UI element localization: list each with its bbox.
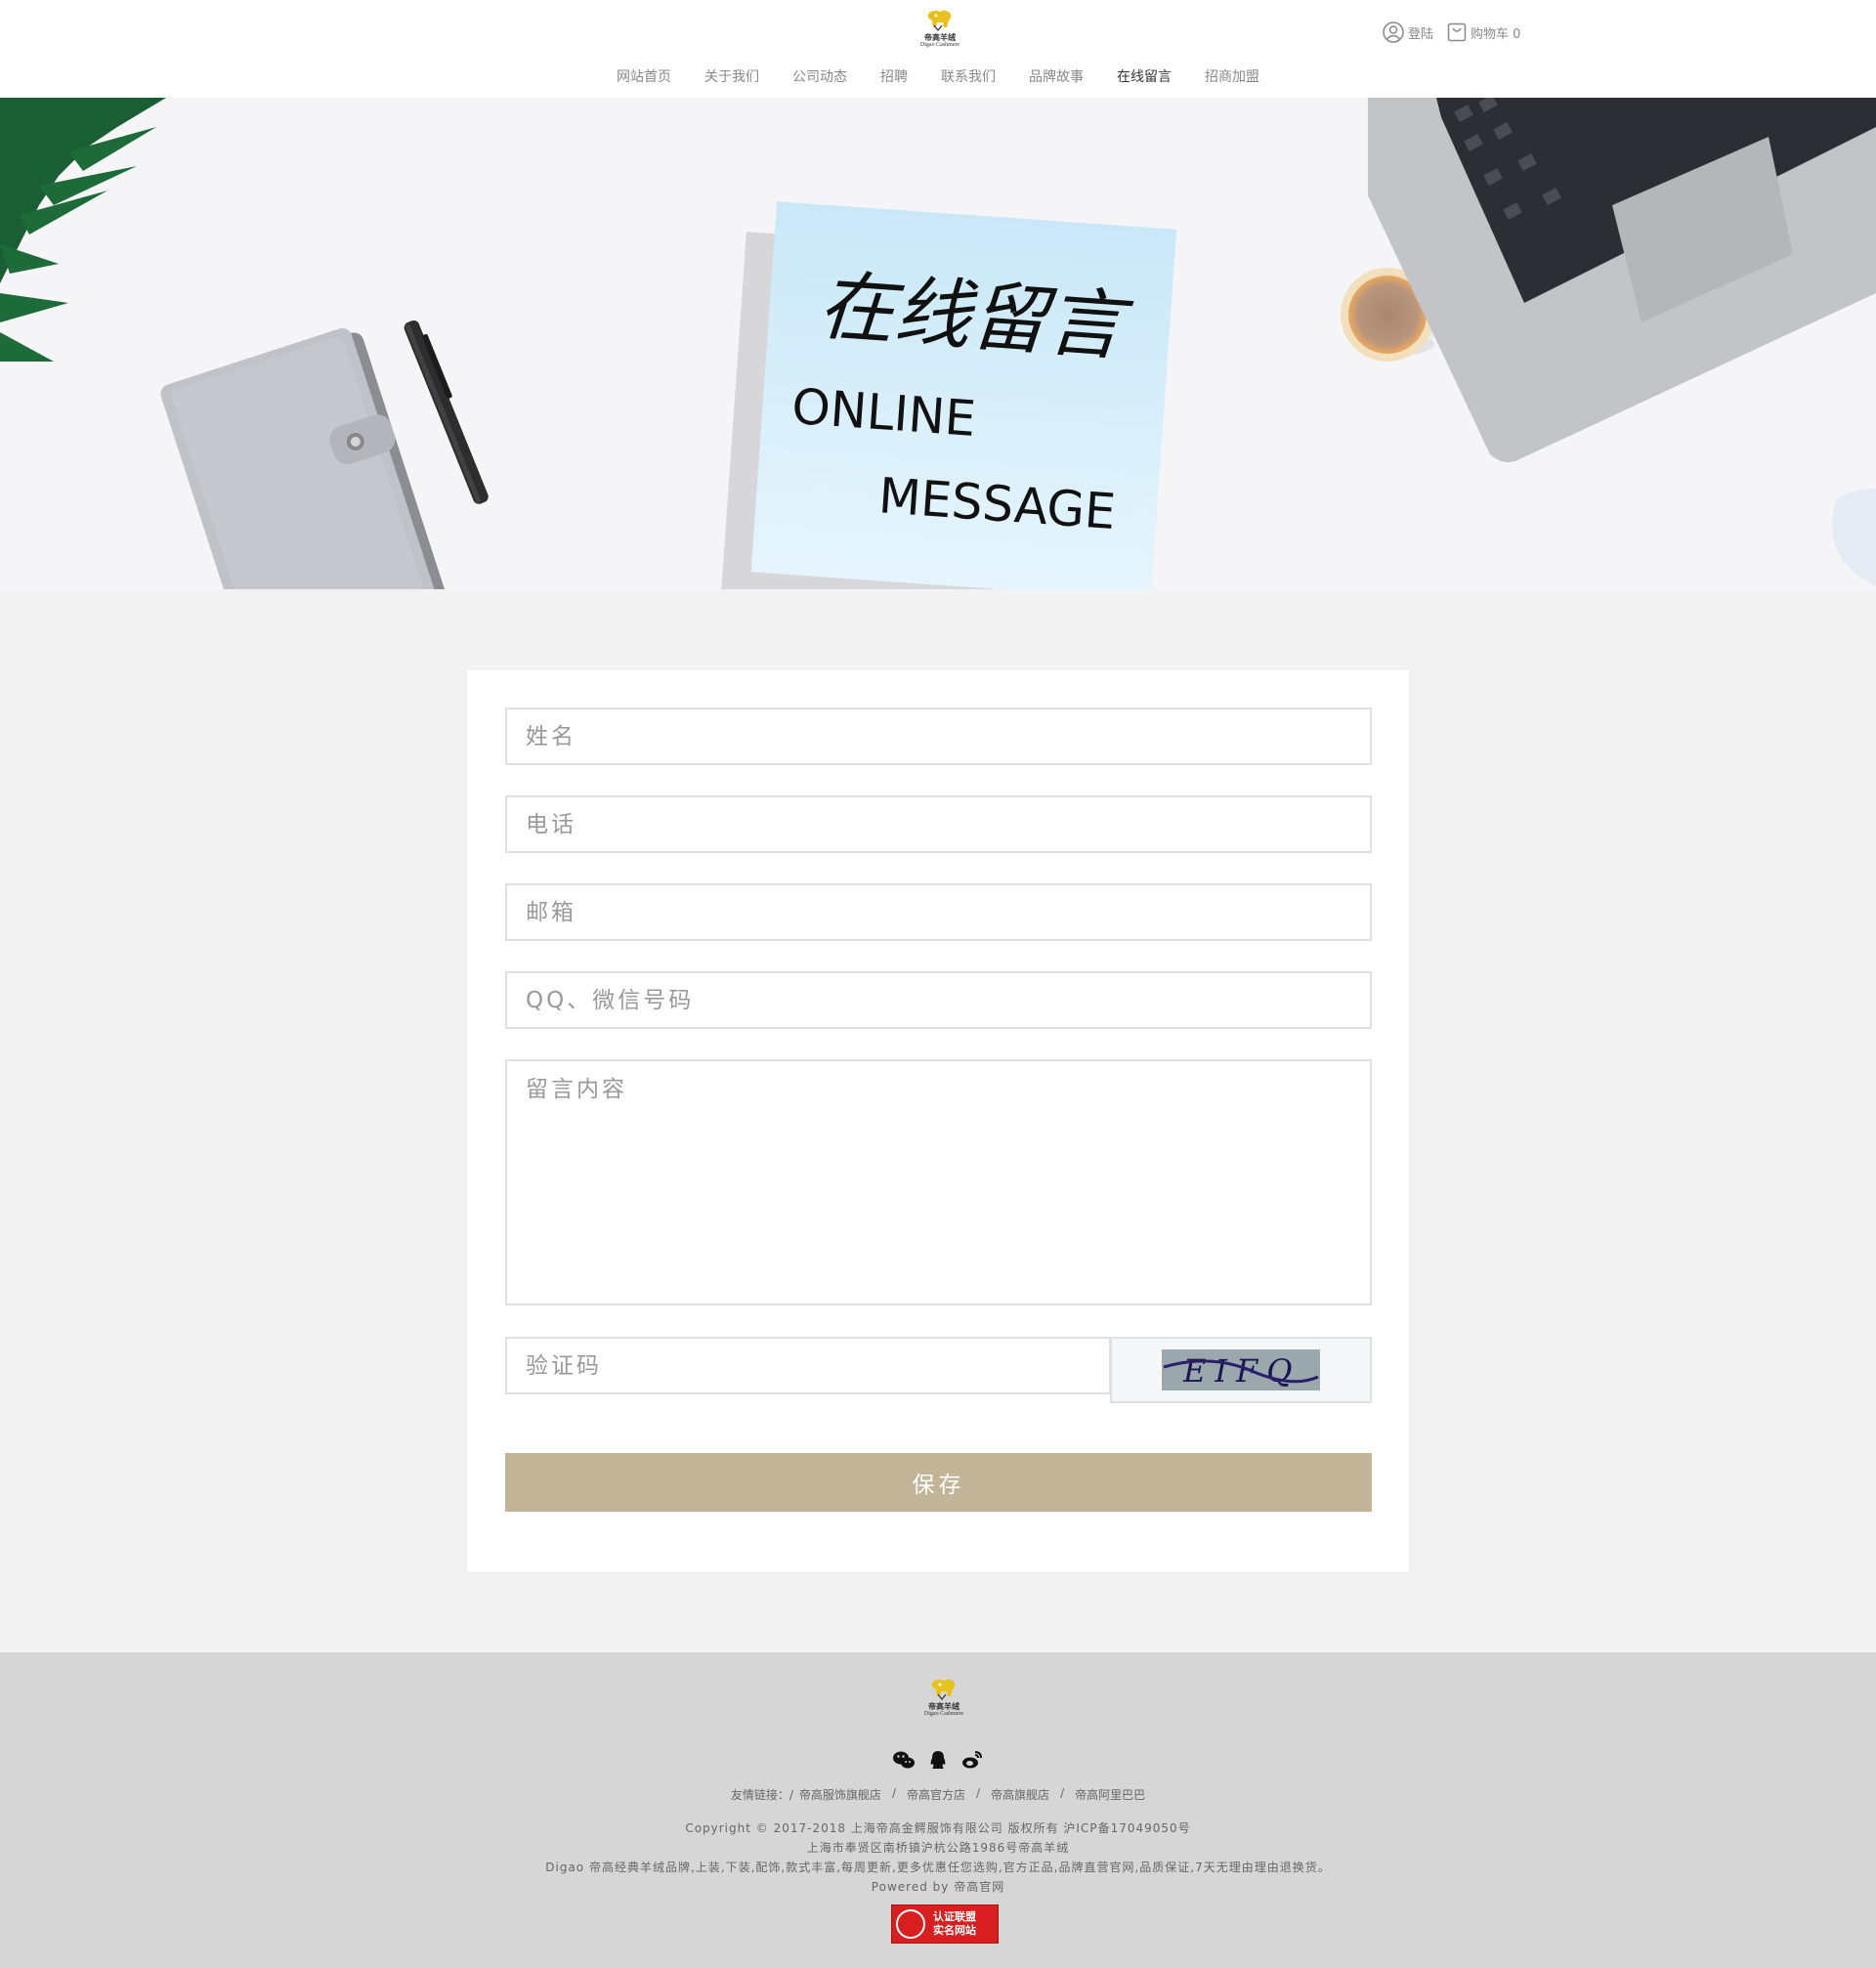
brand-logo[interactable]: 帝高羊绒 Digao Cashmere <box>917 8 963 59</box>
save-button[interactable]: 保存 <box>505 1453 1372 1512</box>
link-separator: / <box>891 1786 896 1800</box>
friendly-link-4[interactable]: 帝高阿里巴巴 <box>1075 1786 1145 1803</box>
wechat-icon[interactable] <box>893 1750 915 1774</box>
friendly-link-1[interactable]: 帝高服饰旗舰店 <box>799 1786 881 1803</box>
powered-by-link[interactable]: 帝高官网 <box>954 1880 1004 1894</box>
message-form-card: EIFQ 保存 <box>466 668 1410 1573</box>
nav-item-home[interactable]: 网站首页 <box>617 66 671 86</box>
brand-name-cn: 帝高羊绒 <box>924 32 956 42</box>
name-field[interactable] <box>505 707 1372 765</box>
captcha-graphic: EIFQ <box>1162 1349 1320 1390</box>
friendly-link-2[interactable]: 帝高官方店 <box>907 1786 965 1803</box>
certification-seal-icon <box>896 1909 925 1939</box>
description-text: Digao 帝高经典羊绒品牌,上装,下装,配饰,款式丰富,每周更新,更多优惠任您… <box>545 1861 1331 1874</box>
cart-label: 购物车 0 <box>1471 26 1521 42</box>
sheep-logo-icon <box>927 10 952 31</box>
phone-field[interactable] <box>505 795 1372 853</box>
qq-icon[interactable] <box>928 1750 948 1774</box>
site-header: 帝高羊绒 Digao Cashmere 登陆 购物车 0 网站首页 关于我们 公… <box>0 0 1876 98</box>
friendly-links-label: 友情链接：/ <box>730 1788 793 1802</box>
footer-brand-name-en: Digao Cashmere <box>923 1711 964 1717</box>
captcha-image[interactable]: EIFQ <box>1110 1337 1372 1403</box>
nav-item-jobs[interactable]: 招聘 <box>880 66 908 86</box>
main-nav: 网站首页 关于我们 公司动态 招聘 联系我们 品牌故事 在线留言 招商加盟 <box>0 66 1876 86</box>
im-field[interactable] <box>505 971 1372 1029</box>
site-footer: 帝高羊绒 Digao Cashmere 友情链接：/ 帝高服饰旗舰店 / 帝高官… <box>0 1652 1876 1968</box>
link-separator: / <box>976 1786 981 1800</box>
nav-item-about[interactable]: 关于我们 <box>704 66 759 86</box>
copyright-text: Copyright © 2017-2018 上海帝高金鳄服饰有限公司 版权所有 … <box>685 1821 1191 1835</box>
banner-illustration: 在线留言 ONLINE MESSAGE <box>0 98 1876 589</box>
nav-item-online-message[interactable]: 在线留言 <box>1117 66 1172 86</box>
social-icons <box>0 1750 1876 1774</box>
login-link[interactable]: 登陆 <box>1383 21 1433 43</box>
cart-icon <box>1447 22 1467 42</box>
captcha-input[interactable] <box>505 1337 1111 1394</box>
nav-item-franchise[interactable]: 招商加盟 <box>1205 66 1259 86</box>
user-icon <box>1383 21 1404 43</box>
weibo-icon[interactable] <box>961 1750 983 1774</box>
certification-text: 认证联盟 实名网站 <box>933 1910 976 1938</box>
cart-link[interactable]: 购物车 0 <box>1447 22 1520 42</box>
friendly-link-3[interactable]: 帝高旗舰店 <box>991 1786 1049 1803</box>
brand-name-en: Digao Cashmere <box>919 42 960 48</box>
captcha-text: EIFQ <box>1182 1352 1300 1390</box>
page-banner: 在线留言 ONLINE MESSAGE <box>0 98 1876 589</box>
email-field[interactable] <box>505 883 1372 941</box>
nav-item-contact[interactable]: 联系我们 <box>941 66 996 86</box>
powered-by: Powered by 帝高官网 <box>0 1878 1876 1895</box>
powered-by-prefix: Powered by <box>871 1880 950 1894</box>
user-bar: 登陆 购物车 0 <box>1383 21 1534 43</box>
nav-item-brand-story[interactable]: 品牌故事 <box>1029 66 1084 86</box>
login-label: 登陆 <box>1408 26 1434 42</box>
sheep-logo-icon <box>931 1679 956 1700</box>
message-field[interactable] <box>505 1059 1372 1305</box>
nav-item-news[interactable]: 公司动态 <box>792 66 847 86</box>
link-separator: / <box>1060 1786 1065 1800</box>
footer-logo[interactable]: 帝高羊绒 Digao Cashmere <box>920 1677 967 1728</box>
footer-brand-name-cn: 帝高羊绒 <box>928 1701 959 1711</box>
friendly-links: 友情链接：/ 帝高服饰旗舰店 / 帝高官方店 / 帝高旗舰店 / 帝高阿里巴巴 <box>0 1786 1876 1803</box>
cert-line-2: 实名网站 <box>933 1924 976 1937</box>
certification-badge[interactable]: 认证联盟 实名网站 <box>891 1904 999 1944</box>
cert-line-1: 认证联盟 <box>933 1910 976 1923</box>
address-text: 上海市奉贤区南桥镇沪杭公路1986号帝高羊绒 <box>806 1841 1070 1855</box>
sticky-note: 在线留言 ONLINE MESSAGE <box>719 201 1177 589</box>
